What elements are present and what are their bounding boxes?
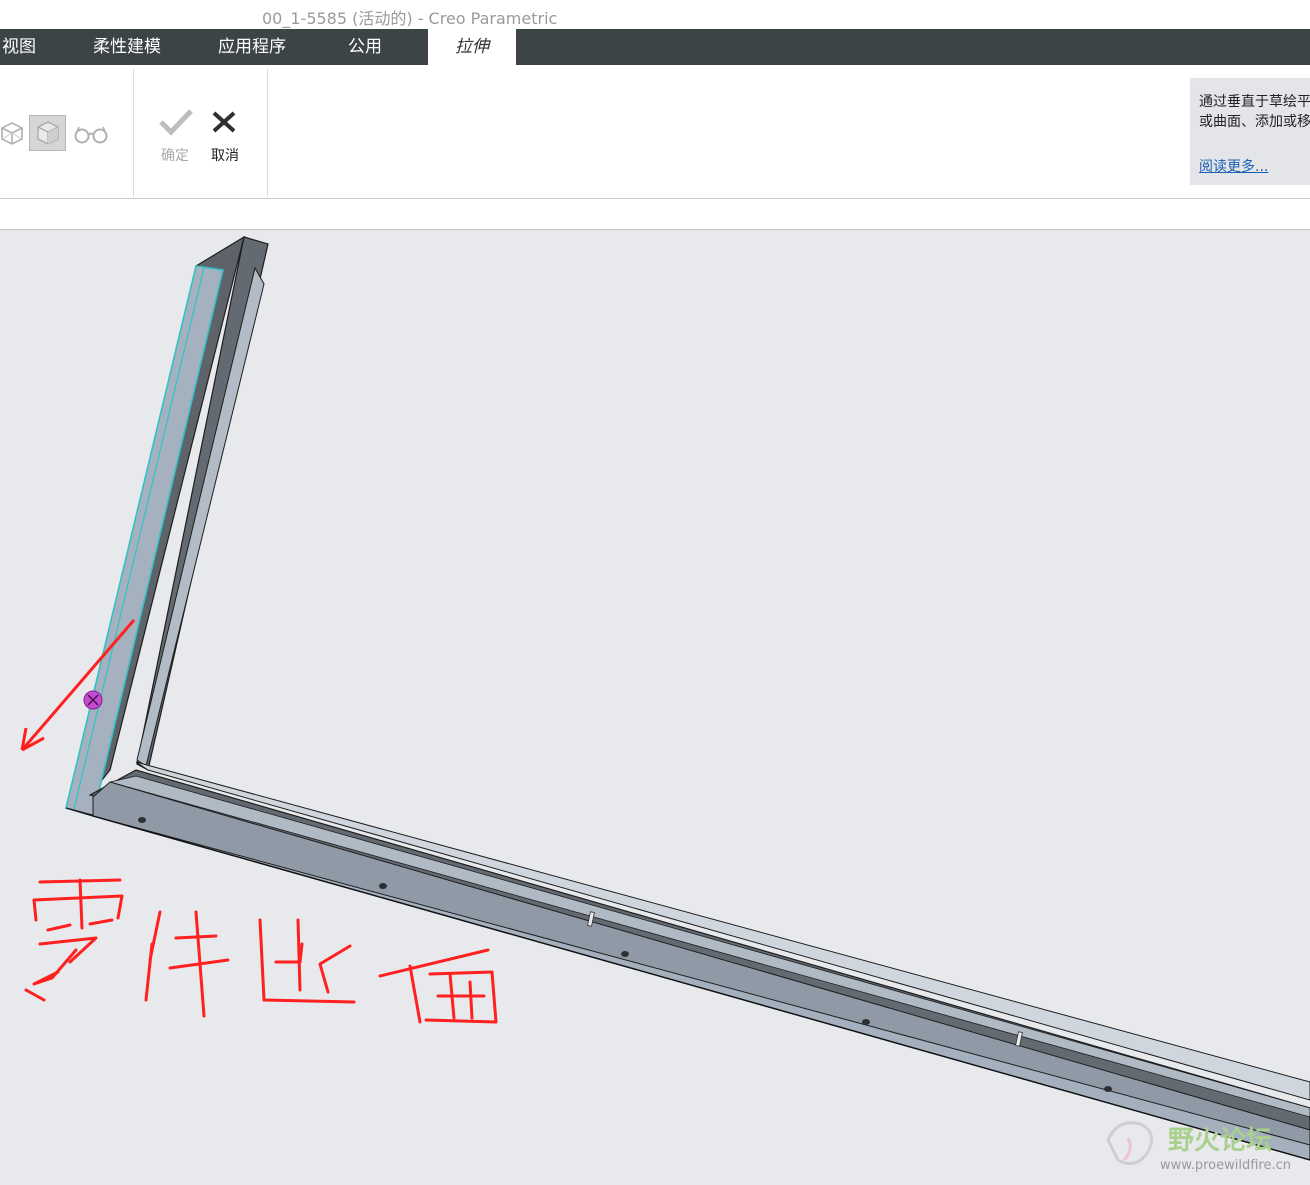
- checkmark-icon[interactable]: [158, 107, 194, 137]
- graphics-viewport[interactable]: 野火论坛 www.proewildfire.cn: [0, 230, 1310, 1185]
- model-canvas: [20, 235, 1310, 1166]
- help-tooltip-panel: 通过垂直于草绘平 或曲面、添加或移 阅读更多...: [1190, 78, 1310, 185]
- ribbon: 确定 取消 通过垂直于草绘平 或曲面、添加或移 阅读更多...: [0, 65, 1310, 199]
- watermark-name: 野火论坛: [1168, 1126, 1273, 1156]
- window-title: 00_1-5585 (活动的) - Creo Parametric: [262, 9, 558, 28]
- close-icon[interactable]: [210, 109, 238, 135]
- ribbon-separator: [267, 69, 268, 197]
- help-text-line: 或曲面、添加或移: [1199, 114, 1310, 130]
- help-text-line: 通过垂直于草绘平: [1199, 94, 1310, 110]
- shaded-cube-icon[interactable]: [29, 115, 66, 151]
- ribbon-separator: [133, 69, 134, 197]
- tab-flexible-modeling[interactable]: 柔性建模: [93, 29, 161, 65]
- watermark-url: www.proewildfire.cn: [1160, 1158, 1291, 1173]
- tab-common[interactable]: 公用: [348, 29, 382, 65]
- ok-button-label[interactable]: 确定: [161, 145, 189, 165]
- title-bar: 00_1-5585 (活动的) - Creo Parametric: [0, 0, 1310, 29]
- dashboard-strip: [0, 199, 1310, 230]
- read-more-link[interactable]: 阅读更多...: [1199, 156, 1268, 176]
- tab-extrude[interactable]: 拉伸: [428, 29, 516, 65]
- cancel-button-label[interactable]: 取消: [211, 145, 239, 165]
- ribbon-tab-bar: 视图 柔性建模 应用程序 公用 拉伸: [0, 29, 1310, 65]
- tab-applications[interactable]: 应用程序: [218, 29, 286, 65]
- tab-view[interactable]: 视图: [2, 29, 36, 65]
- wireframe-cube-icon[interactable]: [0, 120, 24, 146]
- glasses-icon[interactable]: [73, 123, 109, 145]
- watermark-logo: [1106, 1121, 1154, 1166]
